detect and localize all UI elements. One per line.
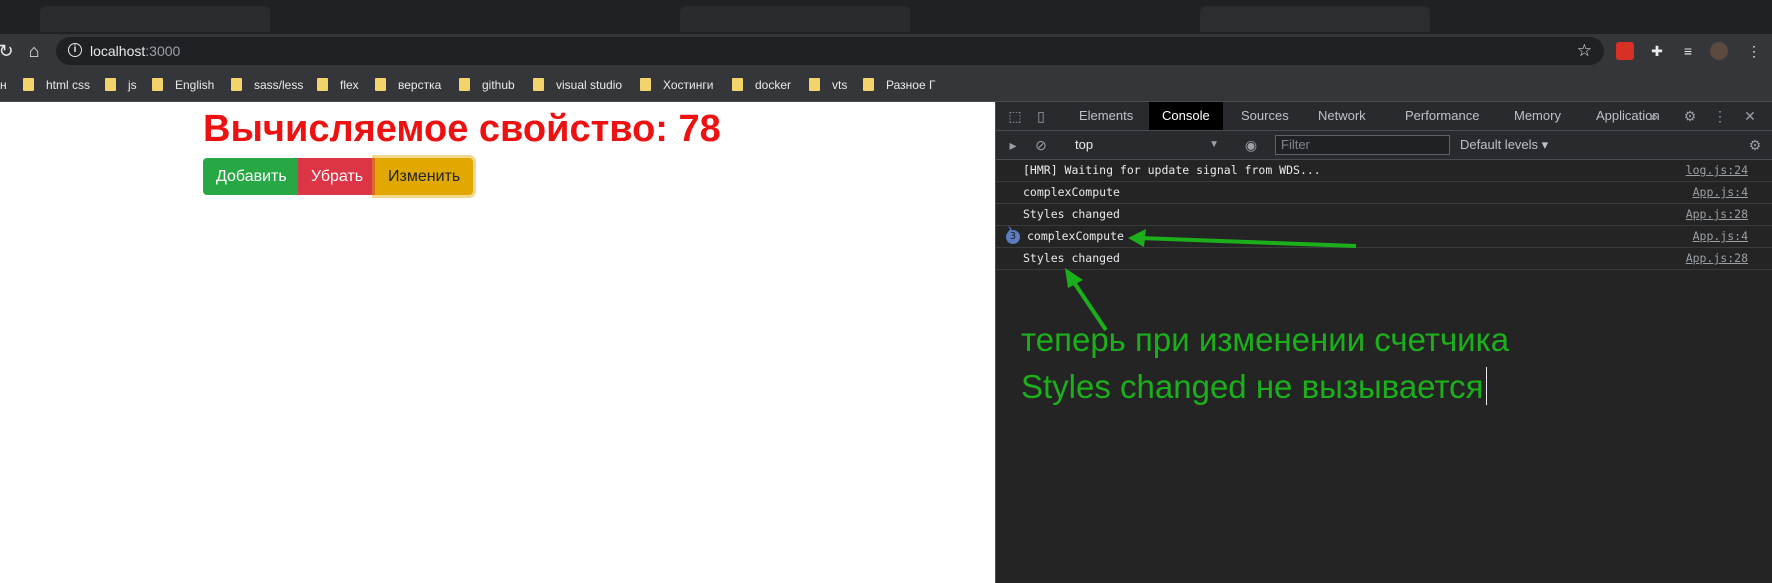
reading-list-icon[interactable]: ≡ bbox=[1679, 42, 1697, 60]
computed-heading: Вычисляемое свойство: 78 bbox=[203, 108, 721, 150]
bookmark-item[interactable]: vts bbox=[809, 76, 847, 94]
annotation-line-2: Styles changed не вызывается bbox=[1021, 363, 1509, 410]
folder-icon bbox=[533, 78, 544, 91]
extensions-puzzle-icon[interactable]: ✚ bbox=[1648, 42, 1666, 60]
profile-avatar[interactable] bbox=[1710, 42, 1728, 60]
folder-icon bbox=[317, 78, 328, 91]
menu-icon[interactable]: ⋮ bbox=[1745, 42, 1763, 60]
bookmark-item[interactable]: docker bbox=[732, 76, 791, 94]
bookmark-item[interactable]: sass/less bbox=[231, 76, 303, 94]
bookmark-item[interactable]: н bbox=[0, 76, 7, 94]
bookmark-item[interactable]: visual studio bbox=[533, 76, 622, 94]
folder-icon bbox=[231, 78, 242, 91]
bookmark-item[interactable]: flex bbox=[317, 76, 359, 94]
bookmark-item[interactable]: верстка bbox=[375, 76, 441, 94]
bookmark-item[interactable]: html css bbox=[23, 76, 90, 94]
change-button[interactable]: Изменить bbox=[375, 158, 473, 195]
blurred-tab[interactable] bbox=[680, 6, 910, 32]
extension-icon[interactable] bbox=[1616, 42, 1634, 60]
bookmark-star-icon[interactable]: ☆ bbox=[1577, 41, 1592, 61]
folder-icon bbox=[809, 78, 820, 91]
blurred-tab[interactable] bbox=[1200, 6, 1430, 32]
bookmark-item[interactable]: github bbox=[459, 76, 515, 94]
tab-strip bbox=[0, 0, 1772, 34]
bookmark-item[interactable]: English bbox=[152, 76, 214, 94]
home-icon[interactable]: ⌂ bbox=[22, 40, 46, 62]
omnibox[interactable]: i localhost:3000 ☆ bbox=[56, 37, 1604, 65]
reload-icon[interactable]: ↻ bbox=[0, 40, 18, 62]
page-viewport: Вычисляемое свойство: 78 Добавить Убрать… bbox=[0, 102, 995, 583]
arrow-head bbox=[1128, 229, 1146, 247]
arrow-line bbox=[1138, 236, 1357, 248]
folder-icon bbox=[105, 78, 116, 91]
remove-button[interactable]: Убрать bbox=[298, 158, 375, 195]
folder-icon bbox=[459, 78, 470, 91]
url-text[interactable]: localhost:3000 bbox=[90, 43, 180, 59]
annotation-text: теперь при изменении счетчика Styles cha… bbox=[1021, 316, 1509, 410]
folder-icon bbox=[23, 78, 34, 91]
address-bar-row: ↻ ⌂ i localhost:3000 ☆ ✚ ≡ ⋮ bbox=[0, 34, 1772, 68]
devtools-panel: ⬚ ▯ Elements Console Sources Network Per… bbox=[995, 102, 1772, 583]
blurred-tab[interactable] bbox=[40, 6, 270, 32]
add-button[interactable]: Добавить bbox=[203, 158, 298, 195]
bookmarks-bar: н html css js English sass/less flex вер… bbox=[0, 68, 1772, 102]
bookmark-item[interactable]: js bbox=[105, 76, 137, 94]
folder-icon bbox=[152, 78, 163, 91]
info-icon[interactable]: i bbox=[68, 43, 82, 57]
folder-icon bbox=[732, 78, 743, 91]
bookmark-item[interactable]: Разное Г bbox=[863, 76, 935, 94]
text-cursor bbox=[1485, 367, 1487, 405]
folder-icon bbox=[375, 78, 386, 91]
folder-icon bbox=[863, 78, 874, 91]
annotation-line-1: теперь при изменении счетчика bbox=[1021, 321, 1510, 358]
folder-icon bbox=[640, 78, 651, 91]
bookmark-item[interactable]: Хостинги bbox=[640, 76, 713, 94]
